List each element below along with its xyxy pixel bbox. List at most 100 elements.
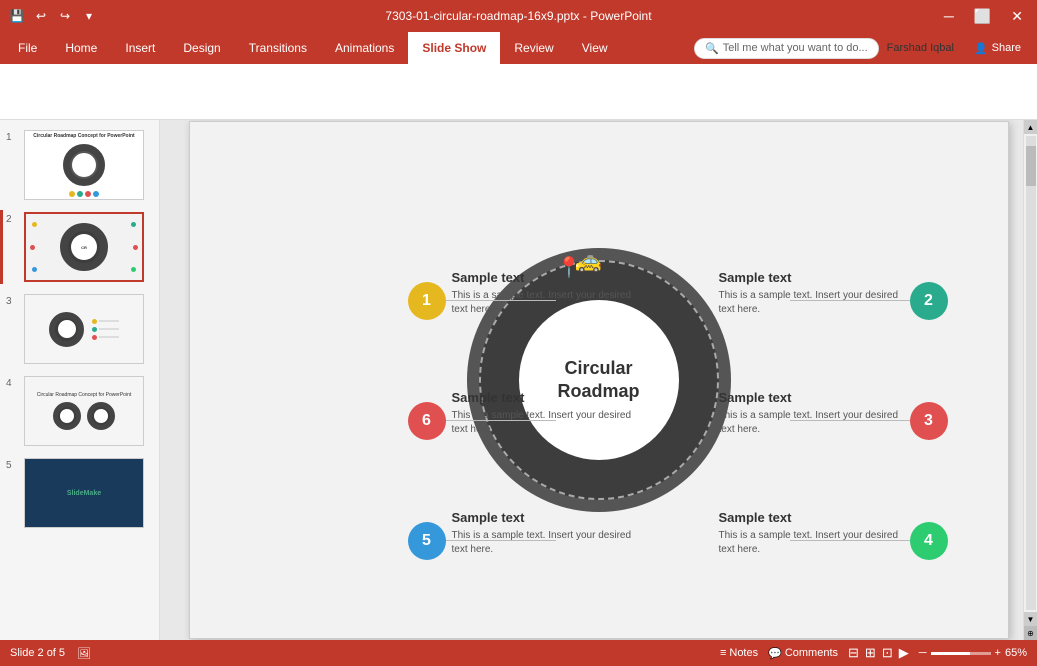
content-box-3: Sample text This is a sample text. Inser… bbox=[719, 390, 904, 437]
zoom-plus-icon[interactable]: + bbox=[995, 647, 1001, 659]
zoom-level: 65% bbox=[1005, 647, 1027, 659]
tell-me-input[interactable]: 🔍 Tell me what you want to do... bbox=[694, 38, 879, 59]
content-box-4: Sample text This is a sample text. Inser… bbox=[719, 510, 904, 557]
body-1: This is a sample text. Insert your desir… bbox=[452, 289, 637, 317]
body-3: This is a sample text. Insert your desir… bbox=[719, 409, 904, 437]
connector-6 bbox=[446, 420, 556, 421]
slide-sorter-icon[interactable]: ⊞ bbox=[865, 645, 876, 661]
status-right: ≡ Notes 💬 Comments ⊟ ⊞ ⊡ ▶ ─ + 65% bbox=[720, 645, 1027, 661]
status-bar: Slide 2 of 5 🖼 ≡ Notes 💬 Comments ⊟ ⊞ ⊡ … bbox=[0, 640, 1037, 666]
tab-design[interactable]: Design bbox=[169, 32, 234, 64]
body-2: This is a sample text. Insert your desir… bbox=[719, 289, 904, 317]
status-icon: 🖼 bbox=[77, 647, 91, 660]
content-box-2: Sample text This is a sample text. Inser… bbox=[719, 270, 904, 317]
title-6: Sample text bbox=[452, 390, 637, 405]
tab-file[interactable]: File bbox=[4, 32, 51, 64]
tab-slideshow[interactable]: Slide Show bbox=[408, 32, 500, 64]
slide-preview-4: Circular Roadmap Concept for PowerPoint bbox=[24, 376, 144, 446]
connector-3 bbox=[790, 420, 910, 421]
slide-thumb-2[interactable]: 2 CR bbox=[4, 210, 155, 284]
slide-num-3: 3 bbox=[6, 294, 20, 307]
slide-num-4: 4 bbox=[6, 376, 20, 389]
slide-preview-3 bbox=[24, 294, 144, 364]
slide-preview-2: CR bbox=[24, 212, 144, 282]
window-controls: ─ ⬜ ✕ bbox=[938, 6, 1029, 27]
reading-view-icon[interactable]: ⊡ bbox=[882, 645, 893, 661]
ribbon-tab-bar: File Home Insert Design Transitions Anim… bbox=[0, 32, 1037, 64]
tab-home[interactable]: Home bbox=[51, 32, 111, 64]
title-5: Sample text bbox=[452, 510, 637, 525]
slideshow-icon[interactable]: ▶ bbox=[899, 645, 909, 661]
share-button[interactable]: 👤 Share bbox=[962, 38, 1033, 59]
slide-thumb-5[interactable]: 5 SlideMake bbox=[4, 456, 155, 530]
ribbon-content-area bbox=[0, 64, 1037, 120]
minimize-button[interactable]: ─ bbox=[938, 6, 960, 26]
save-icon[interactable]: 💾 bbox=[8, 7, 26, 25]
slide-preview-1: Circular Roadmap Concept for PowerPoint bbox=[24, 130, 144, 200]
body-5: This is a sample text. Insert your desir… bbox=[452, 529, 637, 557]
status-left: Slide 2 of 5 🖼 bbox=[10, 647, 91, 660]
main-area: 1 Circular Roadmap Concept for PowerPoin… bbox=[0, 120, 1037, 640]
title-3: Sample text bbox=[719, 390, 904, 405]
title-bar: 💾 ↩ ↪ ▾ 7303-01-circular-roadmap-16x9.pp… bbox=[0, 0, 1037, 32]
slide-panel: 1 Circular Roadmap Concept for PowerPoin… bbox=[0, 120, 160, 640]
notes-button[interactable]: ≡ Notes bbox=[720, 647, 758, 659]
selection-indicator bbox=[0, 210, 3, 284]
zoom-slider[interactable] bbox=[931, 652, 991, 655]
slide-thumb-4[interactable]: 4 Circular Roadmap Concept for PowerPoin… bbox=[4, 374, 155, 448]
notes-label: Notes bbox=[729, 647, 758, 659]
slide-num-5: 5 bbox=[6, 458, 20, 471]
title-1: Sample text bbox=[452, 270, 637, 285]
circle-3: 3 bbox=[910, 402, 948, 440]
close-button[interactable]: ✕ bbox=[1005, 6, 1029, 27]
view-icons: ⊟ ⊞ ⊡ ▶ bbox=[848, 645, 909, 661]
content-box-5: Sample text This is a sample text. Inser… bbox=[452, 510, 637, 557]
title-4: Sample text bbox=[719, 510, 904, 525]
search-icon: 🔍 bbox=[705, 42, 719, 55]
slide-preview-5: SlideMake bbox=[24, 458, 144, 528]
comments-icon: 💬 bbox=[768, 647, 782, 660]
scroll-end-button[interactable]: ⊕ bbox=[1024, 626, 1037, 640]
restore-button[interactable]: ⬜ bbox=[968, 6, 997, 27]
quick-access-toolbar: 💾 ↩ ↪ ▾ bbox=[8, 7, 98, 25]
user-name: Farshad Iqbal bbox=[887, 42, 954, 54]
circle-1: 1 bbox=[408, 282, 446, 320]
slide-canvas[interactable]: CircularRoadmap 🚕 📍 1 Sample text This i… bbox=[189, 121, 1009, 639]
content-box-6: Sample text This is a sample text. Inser… bbox=[452, 390, 637, 437]
slide-info: Slide 2 of 5 bbox=[10, 647, 65, 659]
tab-insert[interactable]: Insert bbox=[111, 32, 169, 64]
window-title: 7303-01-circular-roadmap-16x9.pptx - Pow… bbox=[385, 9, 651, 23]
slide-thumb-3[interactable]: 3 bbox=[4, 292, 155, 366]
body-6: This is a sample text. Insert your desir… bbox=[452, 409, 637, 437]
slide-thumb-1[interactable]: 1 Circular Roadmap Concept for PowerPoin… bbox=[4, 128, 155, 202]
tab-animations[interactable]: Animations bbox=[321, 32, 408, 64]
ribbon-right-area: 🔍 Tell me what you want to do... Farshad… bbox=[694, 38, 1033, 59]
ribbon: File Home Insert Design Transitions Anim… bbox=[0, 32, 1037, 120]
zoom-control: ─ + 65% bbox=[919, 647, 1027, 659]
comments-button[interactable]: 💬 Comments bbox=[768, 647, 838, 660]
title-2: Sample text bbox=[719, 270, 904, 285]
redo-icon[interactable]: ↪ bbox=[56, 7, 74, 25]
scroll-down-button[interactable]: ▼ bbox=[1024, 612, 1037, 626]
tab-transitions[interactable]: Transitions bbox=[235, 32, 321, 64]
tab-view[interactable]: View bbox=[568, 32, 622, 64]
undo-icon[interactable]: ↩ bbox=[32, 7, 50, 25]
zoom-minus-icon[interactable]: ─ bbox=[919, 647, 927, 659]
content-box-1: Sample text This is a sample text. Inser… bbox=[452, 270, 637, 317]
connector-5 bbox=[446, 540, 556, 541]
comments-label: Comments bbox=[785, 647, 838, 659]
circle-6: 6 bbox=[408, 402, 446, 440]
tab-review[interactable]: Review bbox=[500, 32, 567, 64]
notes-icon: ≡ bbox=[720, 647, 726, 659]
connector-1 bbox=[446, 300, 556, 301]
customize-icon[interactable]: ▾ bbox=[80, 7, 98, 25]
editor-area: CircularRoadmap 🚕 📍 1 Sample text This i… bbox=[160, 120, 1037, 640]
circle-4: 4 bbox=[910, 522, 948, 560]
connector-2 bbox=[790, 300, 910, 301]
tell-me-text: Tell me what you want to do... bbox=[723, 42, 868, 54]
vertical-scrollbar[interactable]: ▲ ▼ ⊕ bbox=[1023, 120, 1037, 640]
person-icon: 👤 bbox=[974, 42, 988, 55]
scroll-up-button[interactable]: ▲ bbox=[1024, 120, 1037, 134]
normal-view-icon[interactable]: ⊟ bbox=[848, 645, 859, 661]
connector-4 bbox=[790, 540, 910, 541]
